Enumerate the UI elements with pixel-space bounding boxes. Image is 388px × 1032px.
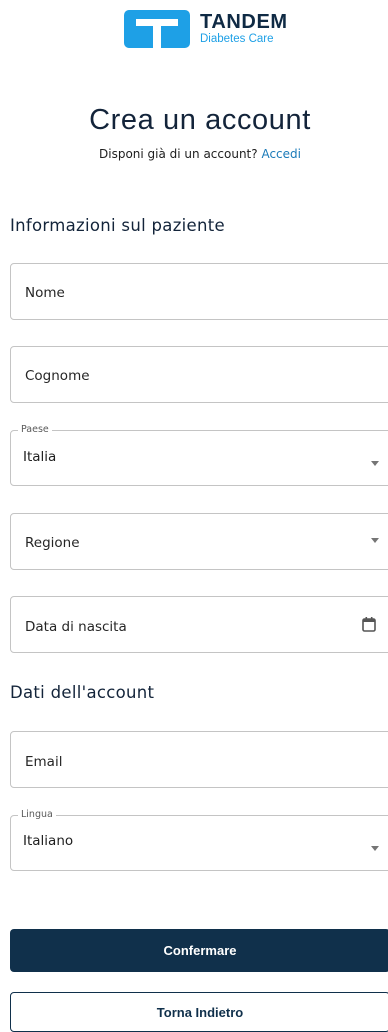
country-label: Paese (18, 424, 52, 436)
country-select[interactable]: Paese Italia (10, 424, 388, 486)
chevron-down-icon (371, 461, 379, 466)
patient-section-title: Informazioni sul paziente (10, 216, 225, 235)
brand-name: TANDEM (200, 11, 288, 34)
signin-link[interactable]: Accedi (261, 147, 301, 161)
first-name-field[interactable]: Nome (10, 263, 388, 320)
signin-prompt: Disponi già di un account? Accedi (0, 147, 388, 161)
confirm-button[interactable]: Confermare (10, 929, 388, 972)
language-value: Italiano (23, 833, 74, 849)
birth-date-placeholder: Data di nascita (25, 619, 127, 635)
email-field[interactable]: Email (10, 731, 388, 788)
account-section-title: Dati dell'account (10, 683, 155, 702)
last-name-field[interactable]: Cognome (10, 346, 388, 403)
last-name-placeholder: Cognome (25, 368, 90, 384)
signin-prompt-text: Disponi già di un account? (99, 147, 258, 161)
page-title: Crea un account (89, 104, 311, 136)
chevron-down-icon (371, 846, 379, 851)
birth-date-field[interactable]: Data di nascita (10, 596, 388, 653)
language-select[interactable]: Lingua Italiano (10, 809, 388, 871)
brand-tagline: Diabetes Care (200, 33, 274, 46)
email-placeholder: Email (25, 754, 63, 770)
first-name-placeholder: Nome (25, 285, 65, 301)
calendar-icon[interactable] (362, 617, 376, 632)
country-value: Italia (23, 449, 57, 465)
language-label: Lingua (18, 809, 56, 821)
region-select[interactable]: Regione (10, 513, 388, 570)
region-placeholder: Regione (25, 535, 80, 551)
brand-logo: TANDEM Diabetes Care (124, 10, 288, 48)
back-button[interactable]: Torna Indietro (10, 992, 388, 1032)
chevron-down-icon (371, 538, 379, 543)
tandem-logo-icon (124, 10, 190, 48)
